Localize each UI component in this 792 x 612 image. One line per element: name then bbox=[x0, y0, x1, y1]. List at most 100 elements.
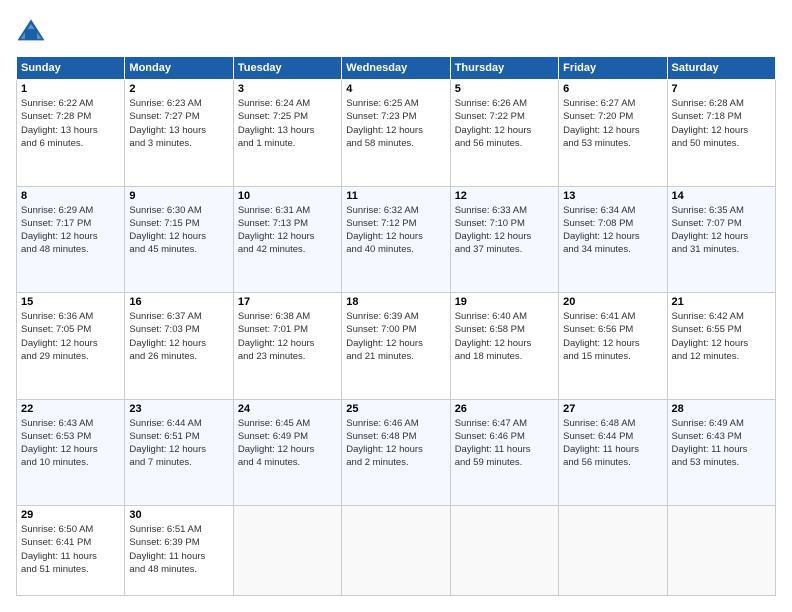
day-info: Sunrise: 6:51 AM Sunset: 6:39 PM Dayligh… bbox=[129, 523, 228, 576]
logo-icon bbox=[16, 16, 46, 46]
day-info: Sunrise: 6:41 AM Sunset: 6:56 PM Dayligh… bbox=[563, 310, 662, 363]
day-number: 9 bbox=[129, 190, 228, 202]
day-number: 14 bbox=[672, 190, 771, 202]
day-info: Sunrise: 6:50 AM Sunset: 6:41 PM Dayligh… bbox=[21, 523, 120, 576]
calendar-cell: 28Sunrise: 6:49 AM Sunset: 6:43 PM Dayli… bbox=[667, 399, 775, 506]
calendar-cell: 11Sunrise: 6:32 AM Sunset: 7:12 PM Dayli… bbox=[342, 186, 450, 293]
day-number: 18 bbox=[346, 296, 445, 308]
calendar-cell bbox=[667, 506, 775, 596]
weekday-friday: Friday bbox=[559, 57, 667, 80]
calendar-body: 1 Sunrise: 6:22 AM Sunset: 7:28 PM Daylig… bbox=[17, 80, 776, 596]
day-info: Sunrise: 6:47 AM Sunset: 6:46 PM Dayligh… bbox=[455, 417, 554, 470]
calendar-cell: 7 Sunrise: 6:28 AM Sunset: 7:18 PM Daylig… bbox=[667, 80, 775, 187]
day-number: 4 bbox=[346, 83, 445, 95]
day-number: 26 bbox=[455, 403, 554, 415]
calendar-cell: 29 Sunrise: 6:50 AM Sunset: 6:41 PM Dayli… bbox=[17, 506, 125, 596]
day-info: Sunrise: 6:35 AM Sunset: 7:07 PM Dayligh… bbox=[672, 204, 771, 257]
day-number: 8 bbox=[21, 190, 120, 202]
day-number: 6 bbox=[563, 83, 662, 95]
day-info: Sunrise: 6:22 AM Sunset: 7:28 PM Dayligh… bbox=[21, 97, 120, 150]
calendar-cell: 4 Sunrise: 6:25 AM Sunset: 7:23 PM Daylig… bbox=[342, 80, 450, 187]
calendar-cell: 25 Sunrise: 6:46 AM Sunset: 6:48 PM Dayli… bbox=[342, 399, 450, 506]
day-number: 1 bbox=[21, 83, 120, 95]
calendar-cell: 26 Sunrise: 6:47 AM Sunset: 6:46 PM Dayli… bbox=[450, 399, 558, 506]
calendar-cell bbox=[233, 506, 341, 596]
day-number: 24 bbox=[238, 403, 337, 415]
day-number: 13 bbox=[563, 190, 662, 202]
day-number: 17 bbox=[238, 296, 337, 308]
logo bbox=[16, 16, 50, 46]
day-info: Sunrise: 6:38 AM Sunset: 7:01 PM Dayligh… bbox=[238, 310, 337, 363]
page: SundayMondayTuesdayWednesdayThursdayFrid… bbox=[0, 0, 792, 612]
calendar-cell: 16Sunrise: 6:37 AM Sunset: 7:03 PM Dayli… bbox=[125, 293, 233, 400]
day-info: Sunrise: 6:43 AM Sunset: 6:53 PM Dayligh… bbox=[21, 417, 120, 470]
day-info: Sunrise: 6:40 AM Sunset: 6:58 PM Dayligh… bbox=[455, 310, 554, 363]
calendar-cell: 2 Sunrise: 6:23 AM Sunset: 7:27 PM Daylig… bbox=[125, 80, 233, 187]
day-number: 28 bbox=[672, 403, 771, 415]
weekday-sunday: Sunday bbox=[17, 57, 125, 80]
day-number: 7 bbox=[672, 83, 771, 95]
calendar-cell: 27 Sunrise: 6:48 AM Sunset: 6:44 PM Dayli… bbox=[559, 399, 667, 506]
week-row-5: 29 Sunrise: 6:50 AM Sunset: 6:41 PM Dayli… bbox=[17, 506, 776, 596]
calendar-cell: 10Sunrise: 6:31 AM Sunset: 7:13 PM Dayli… bbox=[233, 186, 341, 293]
calendar-table: SundayMondayTuesdayWednesdayThursdayFrid… bbox=[16, 56, 776, 596]
day-info: Sunrise: 6:36 AM Sunset: 7:05 PM Dayligh… bbox=[21, 310, 120, 363]
day-number: 10 bbox=[238, 190, 337, 202]
weekday-tuesday: Tuesday bbox=[233, 57, 341, 80]
calendar-cell: 23Sunrise: 6:44 AM Sunset: 6:51 PM Dayli… bbox=[125, 399, 233, 506]
day-number: 29 bbox=[21, 509, 120, 521]
week-row-1: 1 Sunrise: 6:22 AM Sunset: 7:28 PM Daylig… bbox=[17, 80, 776, 187]
weekday-saturday: Saturday bbox=[667, 57, 775, 80]
day-info: Sunrise: 6:29 AM Sunset: 7:17 PM Dayligh… bbox=[21, 204, 120, 257]
day-number: 21 bbox=[672, 296, 771, 308]
day-info: Sunrise: 6:42 AM Sunset: 6:55 PM Dayligh… bbox=[672, 310, 771, 363]
week-row-4: 22 Sunrise: 6:43 AM Sunset: 6:53 PM Dayli… bbox=[17, 399, 776, 506]
day-number: 30 bbox=[129, 509, 228, 521]
header bbox=[16, 16, 776, 46]
day-info: Sunrise: 6:32 AM Sunset: 7:12 PM Dayligh… bbox=[346, 204, 445, 257]
calendar-cell bbox=[559, 506, 667, 596]
weekday-wednesday: Wednesday bbox=[342, 57, 450, 80]
weekday-monday: Monday bbox=[125, 57, 233, 80]
day-info: Sunrise: 6:45 AM Sunset: 6:49 PM Dayligh… bbox=[238, 417, 337, 470]
calendar-cell: 18 Sunrise: 6:39 AM Sunset: 7:00 PM Dayli… bbox=[342, 293, 450, 400]
calendar-cell: 20 Sunrise: 6:41 AM Sunset: 6:56 PM Dayli… bbox=[559, 293, 667, 400]
day-number: 22 bbox=[21, 403, 120, 415]
day-number: 27 bbox=[563, 403, 662, 415]
day-info: Sunrise: 6:39 AM Sunset: 7:00 PM Dayligh… bbox=[346, 310, 445, 363]
calendar-cell: 15 Sunrise: 6:36 AM Sunset: 7:05 PM Dayli… bbox=[17, 293, 125, 400]
day-info: Sunrise: 6:30 AM Sunset: 7:15 PM Dayligh… bbox=[129, 204, 228, 257]
day-info: Sunrise: 6:23 AM Sunset: 7:27 PM Dayligh… bbox=[129, 97, 228, 150]
day-info: Sunrise: 6:27 AM Sunset: 7:20 PM Dayligh… bbox=[563, 97, 662, 150]
week-row-3: 15 Sunrise: 6:36 AM Sunset: 7:05 PM Dayli… bbox=[17, 293, 776, 400]
day-info: Sunrise: 6:33 AM Sunset: 7:10 PM Dayligh… bbox=[455, 204, 554, 257]
calendar-cell: 17 Sunrise: 6:38 AM Sunset: 7:01 PM Dayli… bbox=[233, 293, 341, 400]
day-info: Sunrise: 6:46 AM Sunset: 6:48 PM Dayligh… bbox=[346, 417, 445, 470]
day-info: Sunrise: 6:25 AM Sunset: 7:23 PM Dayligh… bbox=[346, 97, 445, 150]
day-number: 2 bbox=[129, 83, 228, 95]
day-info: Sunrise: 6:34 AM Sunset: 7:08 PM Dayligh… bbox=[563, 204, 662, 257]
weekday-thursday: Thursday bbox=[450, 57, 558, 80]
calendar-cell: 5Sunrise: 6:26 AM Sunset: 7:22 PM Daylig… bbox=[450, 80, 558, 187]
day-info: Sunrise: 6:44 AM Sunset: 6:51 PM Dayligh… bbox=[129, 417, 228, 470]
day-info: Sunrise: 6:24 AM Sunset: 7:25 PM Dayligh… bbox=[238, 97, 337, 150]
calendar-cell bbox=[342, 506, 450, 596]
day-number: 3 bbox=[238, 83, 337, 95]
day-info: Sunrise: 6:48 AM Sunset: 6:44 PM Dayligh… bbox=[563, 417, 662, 470]
day-info: Sunrise: 6:26 AM Sunset: 7:22 PM Dayligh… bbox=[455, 97, 554, 150]
calendar-cell: 24 Sunrise: 6:45 AM Sunset: 6:49 PM Dayli… bbox=[233, 399, 341, 506]
calendar-cell: 21 Sunrise: 6:42 AM Sunset: 6:55 PM Dayli… bbox=[667, 293, 775, 400]
calendar-cell: 19 Sunrise: 6:40 AM Sunset: 6:58 PM Dayli… bbox=[450, 293, 558, 400]
calendar-cell: 30 Sunrise: 6:51 AM Sunset: 6:39 PM Dayli… bbox=[125, 506, 233, 596]
calendar-cell: 13 Sunrise: 6:34 AM Sunset: 7:08 PM Dayli… bbox=[559, 186, 667, 293]
calendar-cell: 1 Sunrise: 6:22 AM Sunset: 7:28 PM Daylig… bbox=[17, 80, 125, 187]
calendar-cell: 14 Sunrise: 6:35 AM Sunset: 7:07 PM Dayli… bbox=[667, 186, 775, 293]
day-number: 25 bbox=[346, 403, 445, 415]
day-number: 15 bbox=[21, 296, 120, 308]
day-number: 20 bbox=[563, 296, 662, 308]
calendar-cell: 22 Sunrise: 6:43 AM Sunset: 6:53 PM Dayli… bbox=[17, 399, 125, 506]
week-row-2: 8 Sunrise: 6:29 AM Sunset: 7:17 PM Daylig… bbox=[17, 186, 776, 293]
calendar-cell: 12Sunrise: 6:33 AM Sunset: 7:10 PM Dayli… bbox=[450, 186, 558, 293]
day-info: Sunrise: 6:28 AM Sunset: 7:18 PM Dayligh… bbox=[672, 97, 771, 150]
day-number: 19 bbox=[455, 296, 554, 308]
